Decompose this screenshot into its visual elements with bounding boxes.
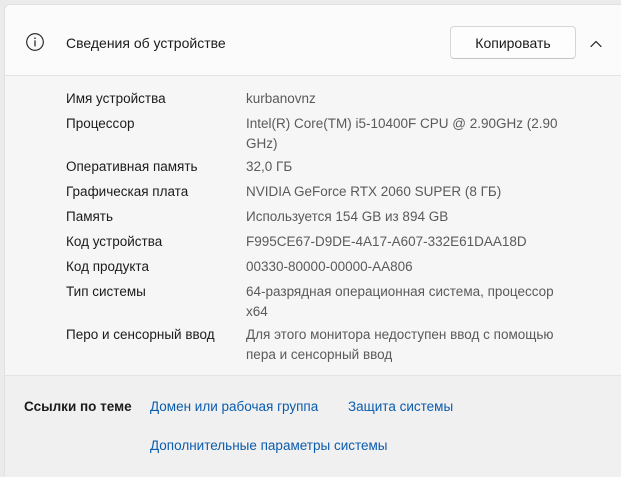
spec-label: Память xyxy=(66,209,114,224)
spec-label: Графическая плата xyxy=(66,184,189,199)
spec-value: NVIDIA GeForce RTX 2060 SUPER (8 ГБ) xyxy=(246,184,502,199)
spec-label: Имя устройства xyxy=(66,91,166,106)
panel-header[interactable]: Сведения об устройстве Копировать xyxy=(5,5,621,76)
spec-label: Перо и сенсорный ввод xyxy=(66,327,215,342)
spec-value: Intel(R) Core(TM) i5-10400F CPU @ 2.90GH… xyxy=(246,116,558,151)
system-protection-link[interactable]: Защита системы xyxy=(348,398,453,416)
spec-label: Оперативная память xyxy=(66,159,198,174)
related-links-label: Ссылки по теме xyxy=(24,399,132,414)
copy-button[interactable]: Копировать xyxy=(450,26,576,59)
info-icon xyxy=(25,32,45,52)
spec-value: kurbanovnz xyxy=(246,91,316,106)
related-links-section: Ссылки по теме Домен или рабочая группа … xyxy=(5,376,621,477)
spec-label: Код продукта xyxy=(66,259,149,274)
spec-label: Процессор xyxy=(66,116,135,131)
domain-workgroup-link[interactable]: Домен или рабочая группа xyxy=(150,398,318,416)
spec-value: 00330-80000-00000-AA806 xyxy=(246,259,413,274)
spec-label: Код устройства xyxy=(66,234,163,249)
spec-value: 64-разрядная операционная система, проце… xyxy=(246,284,554,319)
advanced-system-settings-link[interactable]: Дополнительные параметры системы xyxy=(150,437,388,455)
spec-value: Используется 154 GB из 894 GB xyxy=(246,209,449,224)
spec-label: Тип системы xyxy=(66,284,146,299)
chevron-up-icon[interactable] xyxy=(585,33,607,55)
spec-value: F995CE67-D9DE-4A17-A607-332E61DAA18D xyxy=(246,234,527,249)
spec-value: 32,0 ГБ xyxy=(246,159,293,174)
device-specifications-panel: Сведения об устройстве Копировать Имя ус… xyxy=(4,4,621,477)
specs-list: Имя устройства kurbanovnz Процессор Inte… xyxy=(5,77,621,373)
panel-title: Сведения об устройстве xyxy=(66,35,226,51)
spec-value: Для этого монитора недоступен ввод с пом… xyxy=(246,327,554,362)
